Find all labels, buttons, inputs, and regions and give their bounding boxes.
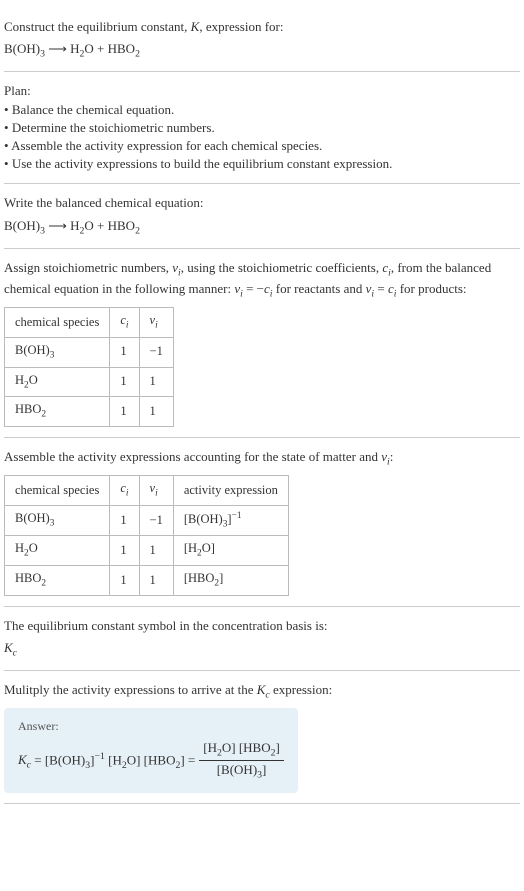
table-header-row: chemical species ci νi activity expressi… [5, 475, 289, 505]
activity-text: Assemble the activity expressions accoun… [4, 448, 520, 469]
table-row: B(OH)3 1 −1 [5, 337, 174, 367]
section-final: Mulitply the activity expressions to arr… [4, 671, 520, 804]
cell-vi: 1 [139, 566, 173, 596]
cell-activity: [B(OH)3]−1 [173, 505, 288, 536]
answer-box: Answer: Kc = [B(OH)3]−1 [H2O] [HBO2] = [… [4, 708, 298, 792]
balanced-title: Write the balanced chemical equation: [4, 194, 520, 212]
section-construct: Construct the equilibrium constant, K, e… [4, 8, 520, 72]
table-row: B(OH)3 1 −1 [B(OH)3]−1 [5, 505, 289, 536]
fraction: [H2O] [HBO2] [B(OH)3] [199, 739, 284, 782]
answer-label: Answer: [18, 718, 284, 735]
cell-vi: −1 [139, 337, 173, 367]
cell-activity: [HBO2] [173, 566, 288, 596]
table-row: HBO2 1 1 [HBO2] [5, 566, 289, 596]
plan-item: Balance the chemical equation. [4, 101, 520, 119]
col-species: chemical species [5, 308, 110, 338]
section-stoich: Assign stoichiometric numbers, νi, using… [4, 249, 520, 438]
numerator: [H2O] [HBO2] [199, 739, 284, 761]
table-row: H2O 1 1 [5, 367, 174, 397]
cell-vi: 1 [139, 536, 173, 566]
cell-ci: 1 [110, 367, 139, 397]
cell-vi: −1 [139, 505, 173, 536]
plan-item: Use the activity expressions to build th… [4, 155, 520, 173]
table-header-row: chemical species ci νi [5, 308, 174, 338]
cell-species: HBO2 [5, 397, 110, 427]
section-balanced: Write the balanced chemical equation: B(… [4, 184, 520, 248]
plan-title: Plan: [4, 82, 520, 100]
plan-item: Determine the stoichiometric numbers. [4, 119, 520, 137]
plan-item: Assemble the activity expression for eac… [4, 137, 520, 155]
col-ci: ci [110, 475, 139, 505]
cell-vi: 1 [139, 367, 173, 397]
kc-symbol: Kc [4, 639, 520, 660]
col-species: chemical species [5, 475, 110, 505]
answer-equation: Kc = [B(OH)3]−1 [H2O] [HBO2] = [H2O] [HB… [18, 739, 284, 782]
denominator: [B(OH)3] [199, 761, 284, 782]
cell-species: HBO2 [5, 566, 110, 596]
cell-ci: 1 [110, 397, 139, 427]
cell-species: B(OH)3 [5, 505, 110, 536]
activity-table: chemical species ci νi activity expressi… [4, 475, 289, 596]
cell-ci: 1 [110, 566, 139, 596]
cell-ci: 1 [110, 505, 139, 536]
cell-ci: 1 [110, 337, 139, 367]
table-row: H2O 1 1 [H2O] [5, 536, 289, 566]
section-symbol: The equilibrium constant symbol in the c… [4, 607, 520, 671]
cell-activity: [H2O] [173, 536, 288, 566]
reaction-equation-2: B(OH)3 ⟶ H2O + HBO2 [4, 217, 520, 238]
reaction-equation-1: B(OH)3 ⟶ H2O + HBO2 [4, 40, 520, 61]
final-text: Mulitply the activity expressions to arr… [4, 681, 520, 702]
col-ci: ci [110, 308, 139, 338]
col-vi: νi [139, 308, 173, 338]
stoich-text: Assign stoichiometric numbers, νi, using… [4, 259, 520, 301]
symbol-text: The equilibrium constant symbol in the c… [4, 617, 520, 635]
col-vi: νi [139, 475, 173, 505]
cell-species: B(OH)3 [5, 337, 110, 367]
cell-species: H2O [5, 367, 110, 397]
cell-species: H2O [5, 536, 110, 566]
cell-ci: 1 [110, 536, 139, 566]
section-activity: Assemble the activity expressions accoun… [4, 438, 520, 607]
kc-lhs: Kc = [B(OH)3]−1 [H2O] [HBO2] = [18, 750, 195, 773]
stoich-table: chemical species ci νi B(OH)3 1 −1 H2O 1… [4, 307, 174, 427]
cell-vi: 1 [139, 397, 173, 427]
plan-list: Balance the chemical equation. Determine… [4, 101, 520, 174]
construct-text: Construct the equilibrium constant, K, e… [4, 18, 520, 36]
section-plan: Plan: Balance the chemical equation. Det… [4, 72, 520, 184]
table-row: HBO2 1 1 [5, 397, 174, 427]
col-activity: activity expression [173, 475, 288, 505]
